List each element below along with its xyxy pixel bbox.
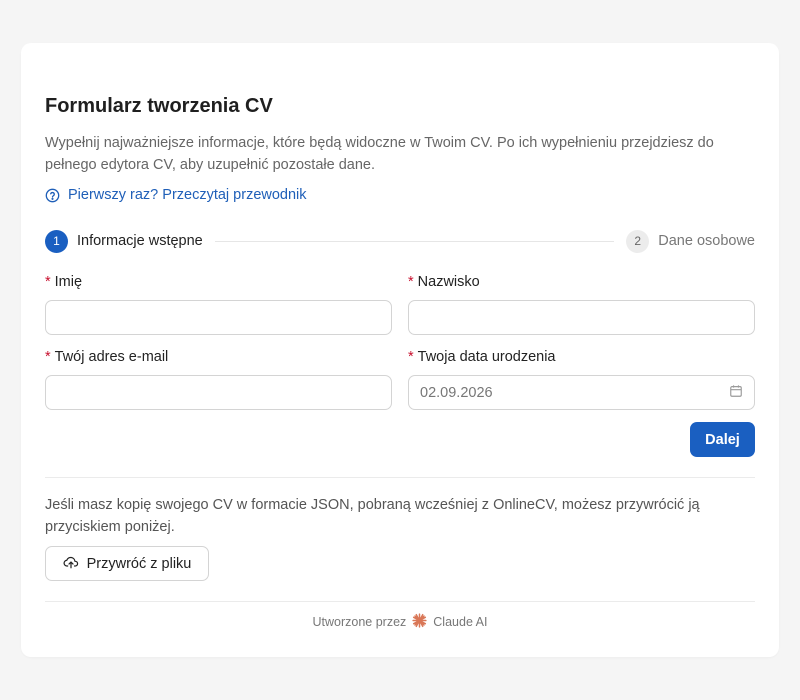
email-field: * Twój adres e-mail [45,349,392,410]
required-mark: * [408,274,414,290]
step-1-label: Informacje wstępne [77,233,203,249]
first-name-input[interactable] [45,300,392,335]
step-1-number: 1 [45,229,68,253]
step-connector [214,240,615,242]
first-name-label: * Imię [45,274,83,290]
step-2: 2 Dane osobowe [626,229,755,253]
last-name-input[interactable] [408,300,755,335]
restore-from-file-button[interactable]: Przywróć z pliku [45,546,209,581]
birth-date-field: * Twoja data urodzenia 02.09.2026 [408,349,755,410]
footer-text: Utworzone przez [312,615,407,629]
required-mark: * [45,274,51,290]
footer: Utworzone przez Claude AI [45,613,755,631]
page-title: Formularz tworzenia CV [45,95,273,117]
step-2-number: 2 [626,229,650,253]
email-label: * Twój adres e-mail [45,349,169,365]
last-name-field: * Nazwisko [408,274,755,335]
guide-link[interactable]: Pierwszy raz? Przeczytaj przewodnik [45,187,307,203]
restore-description: Jeśli masz kopię swojego CV w formacie J… [45,497,700,535]
claude-logo-icon [412,613,427,631]
step-1: 1 Informacje wstępne [45,229,203,253]
next-button[interactable]: Dalej [690,422,755,457]
question-circle-icon [45,188,60,203]
step-2-label: Dane osobowe [658,233,755,249]
cv-form-card: Formularz tworzenia CV Wypełnij najważni… [21,43,779,657]
stepper: 1 Informacje wstępne 2 Dane osobowe [45,229,755,253]
page-description: Wypełnij najważniejsze informacje, które… [45,135,714,173]
guide-link-label: Pierwszy raz? Przeczytaj przewodnik [68,187,307,203]
email-input[interactable] [45,375,392,410]
footer-brand: Claude AI [433,615,488,629]
restore-button-label: Przywróć z pliku [86,555,192,572]
footer-divider [45,601,755,602]
required-mark: * [408,349,414,365]
birth-date-label: * Twoja data urodzenia [408,349,556,365]
required-mark: * [45,349,51,365]
first-name-field: * Imię [45,274,392,335]
last-name-label: * Nazwisko [408,274,480,290]
section-divider [45,477,755,478]
birth-date-input[interactable]: 02.09.2026 [408,375,755,410]
birth-date-value: 02.09.2026 [420,384,493,401]
calendar-icon[interactable] [729,384,743,402]
cloud-upload-icon [63,555,79,573]
